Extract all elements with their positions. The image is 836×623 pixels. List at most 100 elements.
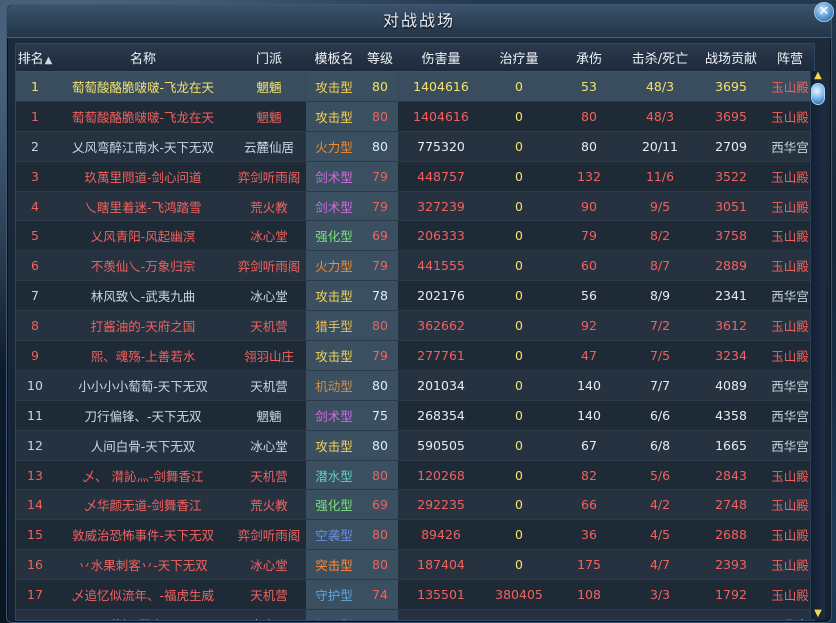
cell-template: 机动型	[306, 369, 362, 401]
cell-contrib: 4358	[696, 399, 766, 431]
cell-rank: 11	[16, 399, 54, 431]
cell-name: 乄追忆似流年、-福虎生威	[54, 579, 232, 610]
cell-heal: 0	[484, 459, 554, 490]
cell-taken: 80	[554, 100, 624, 132]
cell-camp: 玉山殿	[766, 71, 814, 102]
col-header-camp[interactable]: 阵营	[766, 44, 814, 72]
table-row[interactable]: 3 玖萬里問道-剑心问道 弈剑听雨阁 剑术型 79 448757 0 132 11/6 3522 玉…	[16, 160, 814, 192]
cell-level: 80	[362, 310, 398, 341]
cell-taken: 108	[554, 579, 624, 610]
cell-rank: 14	[16, 489, 54, 520]
cell-taken: 47	[554, 340, 624, 371]
cell-name: 人间白骨-天下无双	[54, 429, 232, 461]
title-bar[interactable]: 对战战场	[7, 5, 831, 38]
cell-rank: 1	[16, 71, 54, 102]
col-header-name[interactable]: 名称	[54, 44, 232, 72]
col-header-taken[interactable]: 承伤	[554, 44, 624, 72]
table-row[interactable]: 13 乄、 潸訫灬-剑舞香江 天机营 潜水型 80 120268 0 82 5/6 2843 玉山殿	[16, 459, 814, 490]
cell-damage: 448757	[398, 160, 484, 192]
table-row[interactable]: 15 敦威治恐怖事件-天下无双 弈剑听雨阁 空袭型 80 89426 0 36 4/5 2688 玉…	[16, 519, 814, 550]
table-row[interactable]: 18丷花妞-戮力同心太虚观机动型69528470843/61716西华宫	[16, 609, 814, 620]
cell-camp: 玉山殿	[766, 190, 814, 221]
cell-camp: 玉山殿	[766, 489, 814, 520]
cell-name: 煕、魂殇-上善若水	[54, 340, 232, 371]
cell-heal: 0	[484, 609, 554, 620]
cell-damage: 52847	[398, 609, 484, 620]
cell-sect: 冰心堂	[232, 280, 306, 311]
cell-contrib: 2748	[696, 489, 766, 520]
table-row[interactable]: 6 不羡仙乀-万象归宗 弈剑听雨阁 火力型 79 441555 0 60 8/7 2889 玉山殿	[16, 250, 814, 281]
cell-contrib: 3234	[696, 340, 766, 371]
cell-heal: 0	[484, 340, 554, 371]
cell-level: 79	[362, 160, 398, 192]
cell-camp: 西华宫	[766, 429, 814, 461]
cell-template: 攻击型	[306, 429, 362, 461]
col-header-level[interactable]: 等级	[362, 44, 398, 72]
cell-kd: 48/3	[624, 100, 696, 132]
cell-sect: 天机营	[232, 369, 306, 401]
table-row[interactable]: 9 煕、魂殇-上善若水 翎羽山庄 攻击型 79 277761 0 47 7/5 3234 玉山殿	[16, 340, 814, 371]
table-row[interactable]: 8 打酱油的-天府之国 天机营 猎手型 80 362662 0 92 7/2 3612 玉山殿	[16, 310, 814, 341]
cell-kd: 8/9	[624, 280, 696, 311]
cell-damage: 268354	[398, 399, 484, 431]
cell-damage: 1404616	[398, 71, 484, 102]
table-row[interactable]: 11 刀行偏锋、-天下无双 魍魎 剑术型 75 268354 0 140 6/6 4358 西华宫	[16, 399, 814, 431]
scrollbar[interactable]: ▲ ▼	[810, 71, 825, 619]
cell-contrib: 2709	[696, 130, 766, 162]
table-row[interactable]: 14 乄华颜无道-剑舞香江 荒火教 强化型 69 292235 0 66 4/2 2748 玉山殿	[16, 489, 814, 520]
table-row[interactable]: 12 人间白骨-天下无双 冰心堂 攻击型 80 590505 0 67 6/8 1665 西华宫	[16, 429, 814, 461]
cell-sect: 冰心堂	[232, 429, 306, 461]
table-row[interactable]: 1 萄萄酸酪脆啵啵-飞龙在天 魍魎 攻击型 80 1404616 0 53 48/3 3695 玉山…	[16, 71, 814, 102]
cell-level: 80	[362, 549, 398, 580]
cell-level: 79	[362, 250, 398, 281]
cell-heal: 0	[484, 71, 554, 102]
cell-camp: 玉山殿	[766, 459, 814, 490]
close-icon: ✕	[818, 4, 830, 19]
table-row[interactable]: 7 林风致乀-武夷九曲 冰心堂 攻击型 78 202176 0 56 8/9 2341 西华宫	[16, 280, 814, 311]
col-header-sect[interactable]: 门派	[232, 44, 306, 72]
cell-template: 强化型	[306, 220, 362, 251]
col-header-kd[interactable]: 击杀/死亡	[624, 44, 696, 72]
cell-sect: 天机营	[232, 459, 306, 490]
cell-sect: 冰心堂	[232, 549, 306, 580]
cell-level: 80	[362, 519, 398, 550]
cell-damage: 187404	[398, 549, 484, 580]
scroll-thumb[interactable]	[811, 83, 825, 105]
header-row: 排名▲ 名称 门派 模板名 等级 伤害量 治疗量 承伤 击杀/死亡 战场贡献 阵…	[16, 44, 814, 72]
table-row[interactable]: 10 小小小小萄萄-天下无双 天机营 机动型 80 201034 0 140 7/7 4089 西华…	[16, 369, 814, 401]
cell-name: 刀行偏锋、-天下无双	[54, 399, 232, 431]
cell-rank: 17	[16, 579, 54, 610]
cell-camp: 玉山殿	[766, 100, 814, 132]
cell-taken: 84	[554, 609, 624, 620]
table-row[interactable]: 2 乂风弯醉江南水-天下无双 云麓仙居 火力型 80 775320 0 80 20/11 2709…	[16, 130, 814, 162]
scroll-up-arrow-icon[interactable]: ▲	[812, 71, 824, 81]
cell-rank: 2	[16, 130, 54, 162]
table-row[interactable]: 17 乄追忆似流年、-福虎生威 天机营 守护型 74 135501 380405 108 3/3…	[16, 579, 814, 610]
cell-rank: 16	[16, 549, 54, 580]
cell-name: 乀瞎里着迷-飞鸿踏雪	[54, 190, 232, 221]
cell-contrib: 1716	[696, 609, 766, 620]
cell-rank: 8	[16, 310, 54, 341]
scroll-down-arrow-icon[interactable]: ▼	[812, 609, 824, 619]
col-header-template[interactable]: 模板名	[306, 44, 362, 72]
cell-sect: 翎羽山庄	[232, 340, 306, 371]
table-row[interactable]: 4 乀瞎里着迷-飞鸿踏雪 荒火教 剑术型 79 327239 0 90 9/5 3051 玉山殿	[16, 190, 814, 221]
cell-rank: 12	[16, 429, 54, 461]
cell-level: 69	[362, 609, 398, 620]
cell-taken: 56	[554, 280, 624, 311]
cell-template: 剑术型	[306, 160, 362, 192]
cell-taken: 60	[554, 250, 624, 281]
cell-template: 机动型	[306, 609, 362, 620]
table-row[interactable]: 5 乂风青阳-风起幽溟 冰心堂 强化型 69 206333 0 79 8/2 3758 玉山殿	[16, 220, 814, 251]
cell-heal: 0	[484, 519, 554, 550]
cell-taken: 132	[554, 160, 624, 192]
table-row[interactable]: 1 萄萄酸酪脆啵啵-飞龙在天 魍魎 攻击型 80 1404616 0 80 48/3 3695 玉山…	[16, 100, 814, 132]
col-header-damage[interactable]: 伤害量	[398, 44, 484, 72]
table-row[interactable]: 16 丷水果刺客丷-天下无双 冰心堂 突击型 80 187404 0 175 4/7 2393 玉山…	[16, 549, 814, 580]
close-button[interactable]: ✕	[814, 2, 834, 22]
cell-heal: 0	[484, 160, 554, 192]
cell-damage: 120268	[398, 459, 484, 490]
col-header-contrib[interactable]: 战场贡献	[696, 44, 766, 72]
col-header-rank[interactable]: 排名▲	[16, 44, 54, 72]
col-header-heal[interactable]: 治疗量	[484, 44, 554, 72]
